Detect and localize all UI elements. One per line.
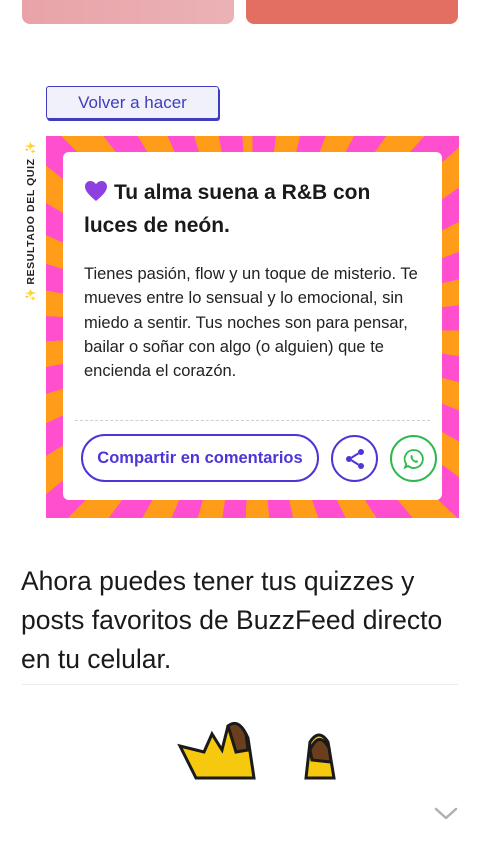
share-icon <box>345 448 364 469</box>
purple-heart-icon <box>85 181 107 201</box>
side-label-text: RESULTADO DEL QUIZ <box>24 157 37 285</box>
result-description: Tienes pasión, flow y un toque de mister… <box>84 265 418 381</box>
chevron-down-icon[interactable] <box>433 803 459 823</box>
result-card: Tu alma suena a R&B con luces de neón. T… <box>63 152 442 500</box>
sparkle-icon: ✨ <box>24 140 37 158</box>
app-promo-text: Ahora puedes tener tus quizzes y posts f… <box>21 566 443 674</box>
sparkle-icon: ✨ <box>24 284 37 302</box>
top-card-left[interactable] <box>22 0 234 24</box>
whatsapp-button[interactable] <box>390 435 437 482</box>
result-title-text: Tu alma suena a R&B con luces de neón. <box>84 181 371 237</box>
result-title: Tu alma suena a R&B con luces de neón. <box>84 176 414 242</box>
promo-divider <box>22 684 458 685</box>
share-in-comments-button[interactable]: Compartir en comentarios <box>81 434 319 482</box>
whatsapp-icon <box>402 448 424 469</box>
retry-button[interactable]: Volver a hacer <box>46 86 219 119</box>
card-divider <box>75 420 430 421</box>
top-card-right[interactable] <box>246 0 458 24</box>
quiz-result-side-label: ✨ RESULTADO DEL QUIZ ✨ <box>22 136 38 306</box>
promo-illustration <box>177 721 336 780</box>
result-frame: Tu alma suena a R&B con luces de neón. T… <box>46 136 459 518</box>
share-button[interactable] <box>331 435 378 482</box>
